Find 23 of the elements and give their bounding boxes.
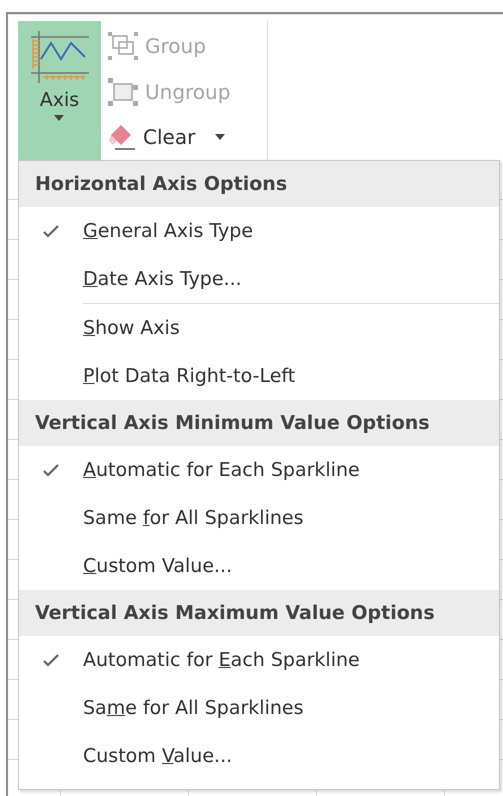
menu-item[interactable]: Plot Data Right-to-Left <box>19 352 499 400</box>
menu-item[interactable]: Show Axis <box>19 304 499 352</box>
checkmark-icon <box>43 224 59 238</box>
checkmark-icon <box>43 464 59 476</box>
menu-heading: Vertical Axis Minimum Value Options <box>19 400 499 446</box>
menu-heading: Vertical Axis Maximum Value Options <box>19 590 499 636</box>
ribbon-command[interactable]: Clear <box>107 114 226 160</box>
menu-heading: Horizontal Axis Options <box>19 161 499 207</box>
menu-item[interactable]: Automatic for Each Sparkline <box>19 446 499 494</box>
axis-button[interactable]: Axis <box>18 21 101 161</box>
caret-icon <box>54 115 64 121</box>
menu-item[interactable]: Custom Value... <box>19 732 499 780</box>
menu-item[interactable]: Custom Value... <box>19 542 499 590</box>
eraser-icon <box>107 123 137 152</box>
checkmark-icon <box>43 654 59 666</box>
menu-item[interactable]: Automatic for Each Sparkline <box>19 636 499 684</box>
group-icon <box>107 30 139 61</box>
ungroup-icon <box>107 76 139 106</box>
menu-item[interactable]: General Axis Type <box>19 207 499 255</box>
axis-chart-icon <box>28 29 90 85</box>
menu-item[interactable]: Same for All Sparklines <box>19 494 499 542</box>
menu-item[interactable]: Date Axis Type... <box>19 255 499 303</box>
menu-item[interactable]: Same for All Sparklines <box>19 684 499 732</box>
